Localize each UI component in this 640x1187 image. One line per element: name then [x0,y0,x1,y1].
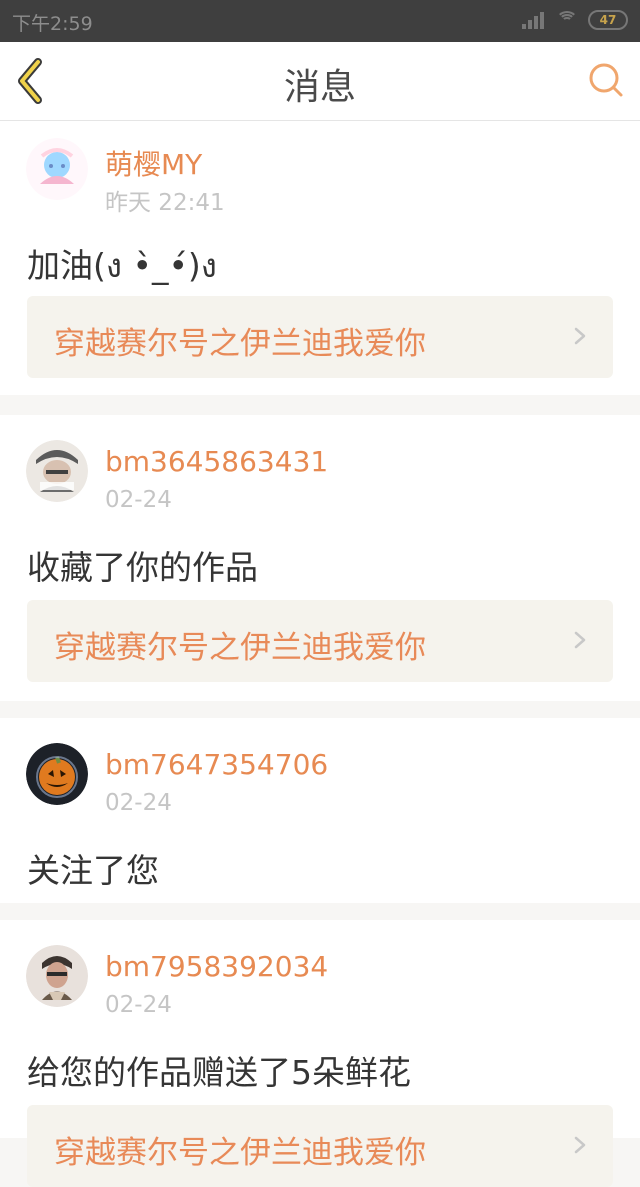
app-header: 消息 [0,42,640,121]
message-text: 给您的作品赠送了5朵鲜花 [27,1053,411,1092]
search-icon[interactable] [586,60,626,100]
battery-level: 47 [599,13,617,27]
status-icons: 47 [522,10,628,30]
message-text: 收藏了你的作品 [27,548,258,587]
message-time: 昨天 22:41 [105,190,225,216]
message-time: 02-24 [105,790,172,816]
signal-icon [522,11,546,29]
avatar[interactable] [26,440,88,502]
work-title: 穿越赛尔号之伊兰迪我爱你 [54,630,426,666]
status-time: 下午2:59 [12,13,93,35]
status-bar: 下午2:59 47 [0,0,640,42]
username[interactable]: bm3645863431 [105,445,328,478]
avatar[interactable] [26,138,88,200]
avatar[interactable] [26,743,88,805]
wifi-icon [556,11,578,29]
message-card: bm3645863431 02-24 收藏了你的作品 穿越赛尔号之伊兰迪我爱你 [0,415,640,701]
message-time: 02-24 [105,487,172,513]
message-card: 萌樱MY 昨天 22:41 加油(ง •̀_•́)ง 穿越赛尔号之伊兰迪我爱你 [0,121,640,395]
message-card: bm7958392034 02-24 给您的作品赠送了5朵鲜花 穿越赛尔号之伊兰… [0,920,640,1187]
work-title: 穿越赛尔号之伊兰迪我爱你 [54,326,426,362]
work-link[interactable]: 穿越赛尔号之伊兰迪我爱你 [27,296,613,378]
work-link[interactable]: 穿越赛尔号之伊兰迪我爱你 [27,600,613,682]
message-card: bm7647354706 02-24 关注了您 [0,718,640,903]
username[interactable]: 萌樱MY [105,143,202,183]
message-text: 关注了您 [27,851,159,890]
username[interactable]: bm7958392034 [105,950,328,983]
avatar[interactable] [26,945,88,1007]
message-text: 加油(ง •̀_•́)ง [27,246,217,285]
chevron-right-icon [574,631,586,649]
work-link[interactable]: 穿越赛尔号之伊兰迪我爱你 [27,1105,613,1187]
message-time: 02-24 [105,992,172,1018]
battery-icon: 47 [588,10,628,30]
page-title: 消息 [283,67,356,108]
chevron-right-icon [574,1136,586,1154]
username[interactable]: bm7647354706 [105,748,328,781]
work-title: 穿越赛尔号之伊兰迪我爱你 [54,1135,426,1171]
chevron-right-icon [574,327,586,345]
